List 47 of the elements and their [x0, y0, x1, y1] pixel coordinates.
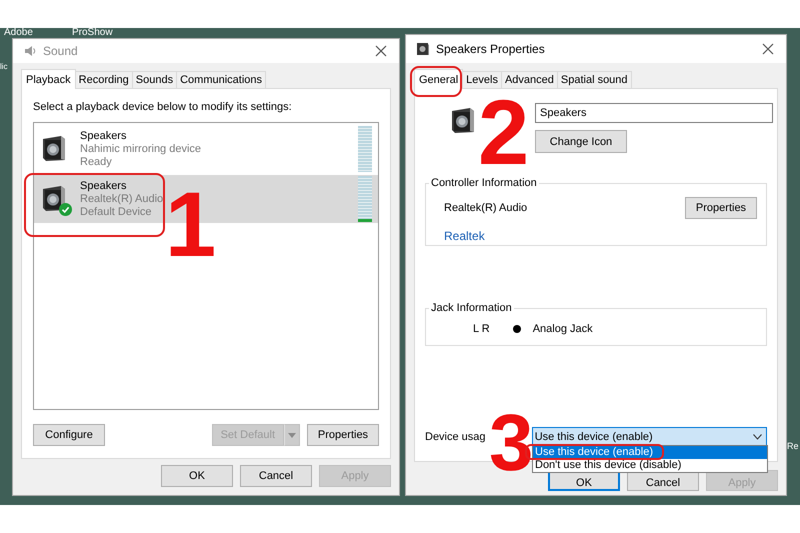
- device-description: Realtek(R) Audio: [80, 192, 164, 206]
- dialog-button[interactable]: Cancel: [240, 465, 312, 487]
- speaker-icon: [40, 134, 66, 162]
- annotation-number: 2: [478, 87, 530, 179]
- tab[interactable]: Recording: [74, 71, 133, 88]
- window-title: Speakers Properties: [436, 42, 546, 56]
- dialog-button[interactable]: OK: [161, 465, 233, 487]
- tab[interactable]: Playback: [21, 69, 76, 89]
- device-description: Nahimic mirroring device: [80, 142, 202, 156]
- speaker-icon: [23, 44, 37, 58]
- desktop-icon-label[interactable]: lic: [0, 62, 8, 71]
- highlight-ring: [410, 66, 462, 97]
- device-usage-dropdown[interactable]: Use this device (enable): [532, 427, 767, 446]
- speaker-icon: [40, 184, 66, 212]
- name-field[interactable]: Speakers: [535, 103, 773, 123]
- close-icon[interactable]: [762, 43, 774, 55]
- properties-button[interactable]: Properties: [685, 197, 757, 219]
- window-title: Sound: [43, 44, 79, 58]
- desktop-icon-label[interactable]: ProShow: [72, 28, 113, 38]
- tab[interactable]: Spatial sound: [556, 71, 632, 88]
- desktop-icon-label[interactable]: Re: [787, 441, 799, 451]
- jack-label: Analog Jack: [532, 323, 593, 335]
- chevron-down-icon[interactable]: [753, 434, 762, 440]
- instruction-text: Select a playback device below to modify its settings:: [33, 101, 293, 113]
- speaker-icon: [416, 42, 430, 56]
- properties-button[interactable]: Properties: [307, 424, 379, 446]
- jack-dot-icon: [512, 325, 521, 333]
- device-status: Default Device: [80, 206, 153, 218]
- speaker-icon: [449, 106, 475, 134]
- dropdown-option[interactable]: Use this device (enable): [533, 446, 767, 459]
- vendor-link[interactable]: Realtek: [426, 219, 503, 255]
- close-icon[interactable]: [375, 45, 387, 57]
- device-status: Ready: [80, 156, 113, 168]
- controller-name: Realtek(R) Audio: [444, 202, 528, 214]
- change-icon-button[interactable]: Change Icon: [535, 130, 627, 153]
- tab[interactable]: General: [414, 69, 464, 89]
- level-meter: [358, 126, 372, 172]
- device-usage-label: Device usag: [425, 430, 487, 442]
- channel-label: L R: [473, 323, 490, 335]
- dropdown-option[interactable]: Don't use this device (disable): [533, 459, 767, 472]
- desktop-icon-label[interactable]: Adobe: [4, 28, 33, 38]
- device-name: Speakers: [80, 180, 128, 192]
- device-row[interactable]: Speakers Nahimic mirroring device Ready: [34, 125, 378, 173]
- tab[interactable]: Communications: [176, 71, 266, 88]
- configure-button[interactable]: Configure: [33, 424, 105, 446]
- device-name: Speakers: [80, 130, 128, 142]
- annotation-number: 3: [489, 403, 534, 483]
